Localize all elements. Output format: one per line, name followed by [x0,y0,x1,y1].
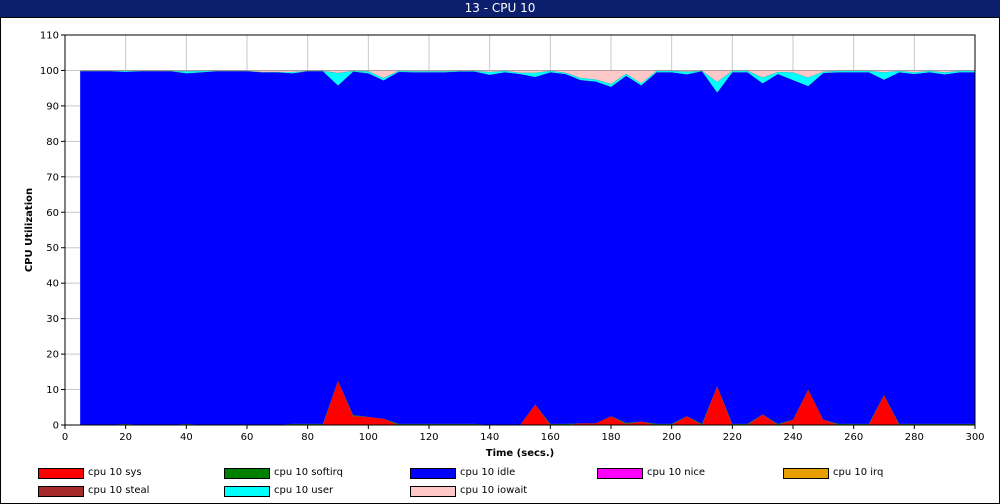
legend-swatch-3 [597,468,643,479]
x-tick-label-9: 180 [601,432,620,443]
x-tick-label-7: 140 [480,432,499,443]
legend-item-6: cpu 10 user [224,484,404,498]
x-tick-label-4: 80 [301,432,314,443]
legend-label-5: cpu 10 steal [88,485,150,496]
x-tick-label-15: 300 [965,432,984,443]
y-tick-label-3: 30 [46,314,59,325]
legend-swatch-2 [410,468,456,479]
legend-item-0: cpu 10 sys [38,466,218,480]
x-tick-label-2: 40 [180,432,193,443]
x-tick-label-11: 220 [723,432,742,443]
y-tick-label-6: 60 [46,208,59,219]
legend-item-7: cpu 10 iowait [410,484,590,498]
legend-swatch-1 [224,468,270,479]
legend-label-7: cpu 10 iowait [460,485,528,496]
x-tick-label-0: 0 [62,432,68,443]
x-tick-label-12: 240 [783,432,802,443]
y-tick-label-7: 70 [46,172,59,183]
legend-item-4: cpu 10 irq [783,466,963,480]
legend-label-4: cpu 10 irq [833,467,884,478]
legend-label-1: cpu 10 softirq [274,467,343,478]
stacked-areas [80,70,975,426]
y-axis-label: CPU Utilization [24,188,35,272]
legend: cpu 10 sys cpu 10 softirq cpu 10 idle cpu 1… [0,462,1000,504]
legend-swatch-5 [38,486,84,497]
legend-item-1: cpu 10 softirq [224,466,404,480]
legend-label-0: cpu 10 sys [88,467,142,478]
legend-item-2: cpu 10 idle [410,466,590,480]
legend-label-3: cpu 10 nice [647,467,706,478]
y-tick-label-1: 10 [46,385,59,396]
x-axis-label: Time (secs.) [486,448,555,459]
legend-label-2: cpu 10 idle [460,467,516,478]
legend-label-6: cpu 10 user [274,485,334,496]
y-tick-label-0: 0 [53,421,59,432]
legend-swatch-6 [224,486,270,497]
legend-item-3: cpu 10 nice [597,466,777,480]
y-tick-label-9: 90 [46,101,59,112]
y-tick-label-10: 100 [40,66,59,77]
x-tick-label-3: 60 [241,432,254,443]
x-tick-label-10: 200 [662,432,681,443]
x-tick-label-13: 260 [844,432,863,443]
y-tick-label-4: 40 [46,279,59,290]
x-tick-label-1: 20 [119,432,132,443]
legend-swatch-0 [38,468,84,479]
legend-swatch-4 [783,468,829,479]
x-tick-label-14: 280 [905,432,924,443]
legend-item-5: cpu 10 steal [38,484,218,498]
x-tick-label-8: 160 [541,432,560,443]
legend-swatch-7 [410,486,456,497]
y-tick-label-8: 80 [46,137,59,148]
y-tick-label-2: 20 [46,350,59,361]
y-tick-label-5: 50 [46,243,59,254]
cpu-utilization-chart: 0 20 40 60 80 100 120 140 160 180 200 220 240 260 280 3… [24,31,985,460]
x-tick-label-6: 120 [419,432,438,443]
area-series-2 [80,71,975,425]
y-tick-label-11: 110 [40,31,59,42]
x-tick-label-5: 100 [359,432,378,443]
